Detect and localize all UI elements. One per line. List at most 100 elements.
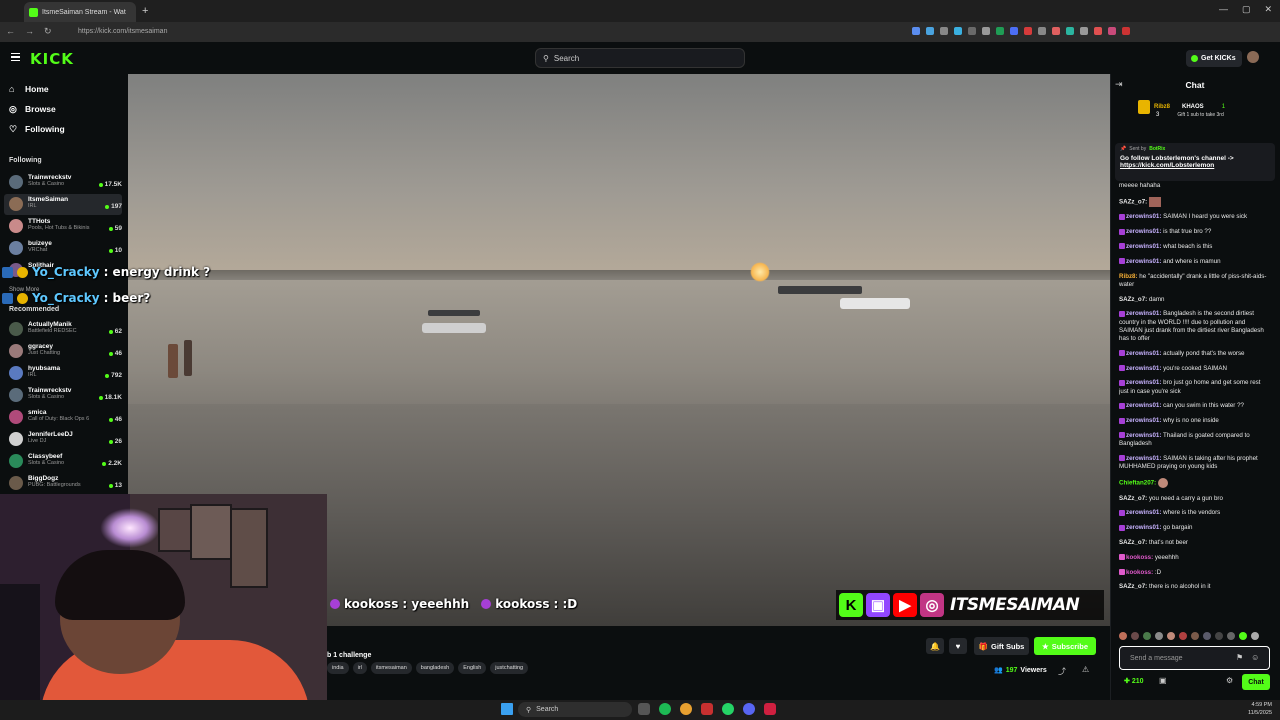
chat-user[interactable]: zerowins01: xyxy=(1126,228,1161,235)
send-chat-button[interactable]: Chat xyxy=(1242,674,1270,690)
reload-icon[interactable]: ↻ xyxy=(44,26,52,37)
extension-icon[interactable] xyxy=(954,27,962,35)
chat-user[interactable]: kookoss: xyxy=(1126,569,1153,576)
emote-icon[interactable] xyxy=(1227,632,1235,640)
app-icon[interactable] xyxy=(764,703,776,715)
extension-icon[interactable] xyxy=(1108,27,1116,35)
extension-icon[interactable] xyxy=(1094,27,1102,35)
spotify-icon[interactable] xyxy=(659,703,671,715)
kick-logo[interactable]: KICK xyxy=(30,50,74,68)
emote-icon[interactable] xyxy=(1131,632,1139,640)
chrome-icon[interactable] xyxy=(680,703,692,715)
gift-leaderboard[interactable]: Ribz8 KHAOS 1 3 Gift 1 sub to take 3rd xyxy=(1138,100,1268,128)
nav-browse[interactable]: ◎ Browse xyxy=(9,104,56,114)
gift-subs-button[interactable]: 🎁 Gift Subs xyxy=(974,637,1029,655)
chat-user[interactable]: kookoss: xyxy=(1126,554,1153,561)
chat-user[interactable]: SAZz_o7: xyxy=(1119,296,1147,303)
sidebar-channel[interactable]: Trainwreckstv Slots & Casino 18.1K xyxy=(4,385,122,406)
app-icon[interactable] xyxy=(701,703,713,715)
gift-icon[interactable]: ▣ xyxy=(1159,676,1167,685)
extension-icon[interactable] xyxy=(968,27,976,35)
chat-user[interactable]: zerowins01: xyxy=(1126,524,1161,531)
chat-user[interactable]: zerowins01: xyxy=(1126,402,1161,409)
url-field[interactable]: https://kick.com/itsmesaiman xyxy=(60,25,900,39)
chat-user[interactable]: zerowins01: xyxy=(1126,243,1161,250)
discord-icon[interactable] xyxy=(743,703,755,715)
chat-user[interactable]: SAZz_o7: xyxy=(1119,539,1147,546)
chat-user[interactable]: zerowins01: xyxy=(1126,417,1161,424)
windows-start-icon[interactable] xyxy=(501,703,513,715)
emote-icon[interactable] xyxy=(1239,632,1247,640)
stream-tag[interactable]: justchatting xyxy=(490,662,529,674)
taskbar-search[interactable]: ⚲ Search xyxy=(518,702,632,717)
chat-user[interactable]: Ribz8: xyxy=(1119,273,1138,280)
sidebar-channel[interactable]: buizeye VRChat 10 xyxy=(4,238,122,259)
task-view-icon[interactable] xyxy=(638,703,650,715)
chat-user[interactable]: SAZz_o7: xyxy=(1119,583,1147,590)
pinned-message[interactable]: 📌 Sent by BotRix Go follow Lobsterlemon's … xyxy=(1115,143,1275,181)
chat-user[interactable]: zerowins01: xyxy=(1126,432,1161,439)
chat-user[interactable]: zerowins01: xyxy=(1126,455,1161,462)
hamburger-menu-icon[interactable] xyxy=(11,53,20,61)
channel-points[interactable]: ✚ 210 xyxy=(1124,677,1144,685)
new-tab-button[interactable]: + xyxy=(142,5,148,17)
extension-icon[interactable] xyxy=(926,27,934,35)
emote-icon[interactable] xyxy=(1119,632,1127,640)
close-icon[interactable]: ✕ xyxy=(1264,4,1272,15)
user-avatar[interactable] xyxy=(1247,51,1259,63)
back-icon[interactable]: ← xyxy=(6,26,15,37)
subscribe-button[interactable]: ★ Subscribe xyxy=(1034,637,1096,655)
extension-icon[interactable] xyxy=(1052,27,1060,35)
extension-icon[interactable] xyxy=(1010,27,1018,35)
sidebar-channel[interactable]: ggracey Just Chatting 46 xyxy=(4,341,122,362)
sidebar-channel[interactable]: TTHots Pools, Hot Tubs & Bikinis 59 xyxy=(4,216,122,237)
chat-user[interactable]: zerowins01: xyxy=(1126,365,1161,372)
extension-icon[interactable] xyxy=(996,27,1004,35)
emote-icon[interactable] xyxy=(1155,632,1163,640)
browser-tab[interactable]: ItsmeSaiman Stream - Wat xyxy=(24,2,136,22)
emote-icon[interactable] xyxy=(1191,632,1199,640)
sidebar-channel[interactable]: ActuallyManik Battlefield REDSEC 62 xyxy=(4,319,122,340)
extension-icon[interactable] xyxy=(982,27,990,35)
extension-icon[interactable] xyxy=(1024,27,1032,35)
sidebar-channel[interactable]: JenniferLeeDJ Live DJ 26 xyxy=(4,429,122,450)
search-input[interactable]: ⚲ Search xyxy=(535,48,745,68)
system-clock[interactable]: 4:59 PM 11/5/2025 xyxy=(1210,701,1272,717)
chat-user[interactable]: zerowins01: xyxy=(1126,310,1161,317)
chat-settings-icon[interactable]: ⚙ xyxy=(1226,676,1233,685)
report-icon[interactable]: ⚠ xyxy=(1082,665,1089,674)
chat-user[interactable]: zerowins01: xyxy=(1126,350,1161,357)
emote-icon[interactable] xyxy=(1179,632,1187,640)
notification-bell-button[interactable]: 🔔 xyxy=(926,638,944,654)
emote-icon[interactable] xyxy=(1143,632,1151,640)
chat-user[interactable]: Chieftan207: xyxy=(1119,480,1156,487)
emote-icon[interactable] xyxy=(1167,632,1175,640)
nav-home[interactable]: ⌂ Home xyxy=(9,84,49,94)
extension-icon[interactable] xyxy=(1066,27,1074,35)
stream-tag[interactable]: itsmesaiman xyxy=(370,662,412,674)
extension-icon[interactable] xyxy=(1122,27,1130,35)
emote-icon[interactable] xyxy=(1203,632,1211,640)
stream-tag[interactable]: irl xyxy=(352,662,367,674)
chat-user[interactable]: zerowins01: xyxy=(1126,509,1161,516)
chat-user[interactable]: zerowins01: xyxy=(1126,213,1161,220)
forward-icon[interactable]: → xyxy=(25,26,34,37)
stream-tag[interactable]: bangladesh xyxy=(415,662,455,674)
extension-icon[interactable] xyxy=(1038,27,1046,35)
extension-icon[interactable] xyxy=(912,27,920,35)
stream-tag[interactable]: india xyxy=(327,662,349,674)
emote-icon[interactable] xyxy=(1215,632,1223,640)
nav-following[interactable]: ♡ Following xyxy=(9,124,65,134)
share-icon[interactable]: ⤴ xyxy=(1058,666,1066,677)
emote-picker-icon[interactable]: ⚑ xyxy=(1236,653,1243,662)
stream-tag[interactable]: English xyxy=(458,662,487,674)
emote-icon[interactable] xyxy=(1251,632,1259,640)
smiley-icon[interactable]: ☺ xyxy=(1251,653,1259,662)
sidebar-channel-active[interactable]: ItsmeSaiman IRL 197 xyxy=(4,194,122,215)
sidebar-channel[interactable]: Trainwreckstv Slots & Casino 17.5K xyxy=(4,172,122,193)
follow-heart-button[interactable]: ♥ xyxy=(949,638,967,654)
sidebar-channel[interactable]: Classybeef Slots & Casino 2.2K xyxy=(4,451,122,472)
sidebar-channel[interactable]: hyubsama IRL 792 xyxy=(4,363,122,384)
chat-user[interactable]: SAZz_o7: xyxy=(1119,198,1147,205)
sidebar-channel[interactable]: smica Call of Duty: Black Ops 6 46 xyxy=(4,407,122,428)
